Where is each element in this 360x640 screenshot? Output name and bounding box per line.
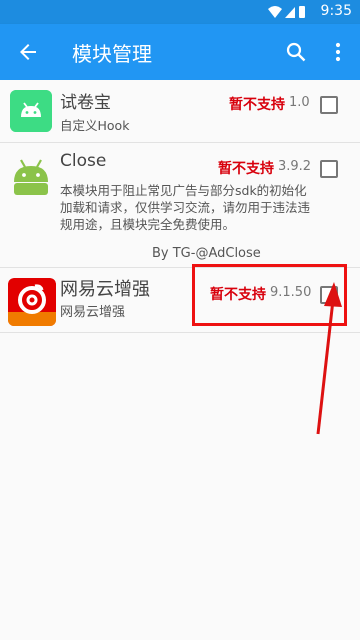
module-name: Close [60,151,107,171]
highlight-box [192,264,347,326]
netease-cloud-music-icon [8,278,56,326]
module-name: 试卷宝 [60,93,111,113]
module-description: 网易云增强 [60,305,126,320]
battery-icon [299,6,305,18]
search-icon[interactable] [284,40,308,64]
module-status: 暂不支持 [218,161,274,177]
more-vertical-icon[interactable] [326,40,350,64]
status-bar: 9:35 [0,0,360,24]
module-author: By TG-@AdClose [152,246,261,261]
page-title: 模块管理 [72,42,152,66]
module-row[interactable]: 试卷宝 自定义Hook 暂不支持 1.0 [0,80,360,143]
cellular-signal-icon [285,7,295,18]
android-icon [10,156,52,198]
module-version: 3.9.2 [278,159,312,174]
status-time: 9:35 [320,3,352,19]
back-arrow-icon[interactable] [16,40,40,64]
module-status: 暂不支持 [229,97,285,113]
android-icon [10,90,52,132]
module-enable-checkbox[interactable] [320,96,338,114]
wifi-icon [268,6,282,18]
module-name: 网易云增强 [60,279,150,300]
module-row[interactable]: Close 暂不支持 3.9.2 本模块用于阻止常见广告与部分sdk的初始化加载… [0,143,360,268]
module-enable-checkbox[interactable] [320,160,338,178]
module-description: 自定义Hook [60,118,130,133]
app-bar: 模块管理 [0,24,360,80]
module-description: 本模块用于阻止常见广告与部分sdk的初始化加载和请求，仅供学习交流，请勿用于违法… [60,183,311,232]
status-icons [268,6,305,18]
module-version: 1.0 [289,95,310,110]
